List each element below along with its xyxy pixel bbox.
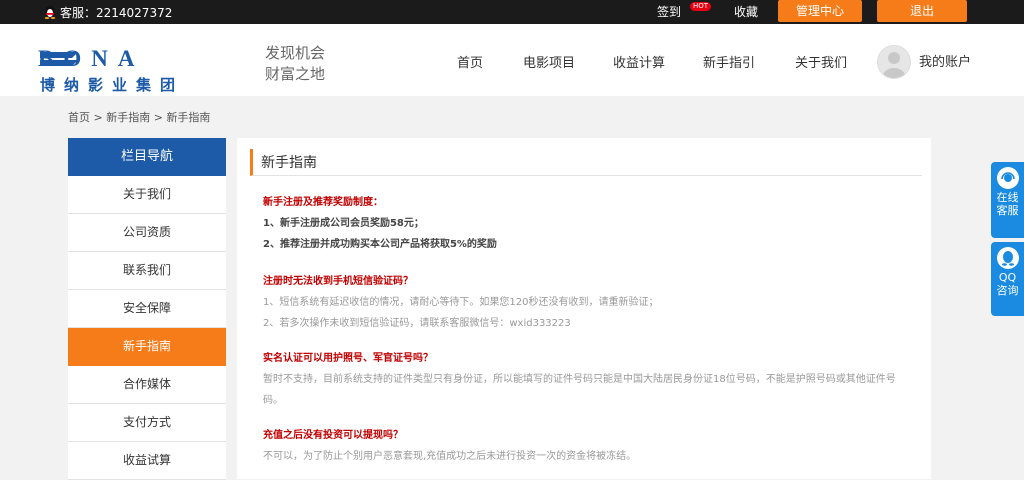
top-bar: 客服：2214027372 签到 HOT 收藏 管理中心 退出	[0, 0, 1024, 24]
sidebar-item-contact-us[interactable]: 联系我们	[68, 252, 226, 290]
qq-consult-line1: QQ	[998, 271, 1017, 284]
faq-section-id: 实名认证可以用护照号、军官证号吗？ 暂时不支持，目前系统支持的证件类型只有身份证…	[263, 348, 913, 411]
faq-section-withdraw: 充值之后没有投资可以提现吗？ 不可以，为了防止个别用户恶意套现,充值成功之后未进…	[263, 425, 913, 467]
faq-answer-line: 不可以，为了防止个别用户恶意套现,充值成功之后未进行投资一次的资金将被冻结。	[263, 451, 637, 462]
nav-home[interactable]: 首页	[457, 52, 483, 71]
faq-answer-line: 2、若多次操作未收到短信验证码，请联系客服微信号：wxid333223	[263, 318, 571, 329]
sidebar-item-security[interactable]: 安全保障	[68, 290, 226, 328]
sign-in-link[interactable]: 签到	[657, 0, 681, 24]
logo-graphic: BONA 博纳影业集团	[38, 46, 184, 94]
faq-answer-line: 1、新手注册成公司会员奖励58元；	[263, 218, 424, 229]
svg-text:博纳影业集团: 博纳影业集团	[40, 76, 184, 94]
breadcrumb-separator: >	[153, 111, 163, 124]
faq-answer-line: 暂时不支持，目前系统支持的证件类型只有身份证，所以能填写的证件号码只能是中国大陆…	[263, 374, 896, 406]
content-title-bar: 新手指南	[250, 149, 922, 176]
sidebar-item-qualifications[interactable]: 公司资质	[68, 214, 226, 252]
content-title: 新手指南	[261, 155, 317, 171]
breadcrumb-separator: >	[93, 111, 103, 124]
sidebar-item-about-us[interactable]: 关于我们	[68, 176, 226, 214]
site-header: BONA 博纳影业集团 发现机会 财富之地 首页 电影项目 收益计算 新手指引 …	[0, 24, 1024, 96]
breadcrumb-guide[interactable]: 新手指南	[106, 111, 150, 124]
headset-icon	[996, 167, 1019, 189]
nav-movie-projects[interactable]: 电影项目	[523, 52, 575, 71]
faq-answer-line: 1、短信系统有延迟收信的情况，请耐心等待下。如果您120秒还没有收到，请重新验证…	[263, 297, 659, 308]
hot-badge: HOT	[690, 2, 712, 11]
nav-beginner-guide[interactable]: 新手指引	[703, 52, 755, 71]
faq-question: 注册时无法收到手机短信验证码？	[263, 276, 413, 287]
faq-answer-line: 2、推荐注册并成功购买本公司产品将获取5%的奖励	[263, 239, 497, 250]
qq-icon	[996, 247, 1019, 269]
sidebar-item-partner-media[interactable]: 合作媒体	[68, 366, 226, 404]
user-icon	[883, 52, 905, 78]
qq-consult-line2: 咨询	[996, 284, 1019, 297]
slogan: 发现机会 财富之地	[265, 43, 325, 85]
online-service-line1: 在线	[996, 191, 1019, 204]
favorite-link[interactable]: 收藏	[734, 0, 758, 24]
svg-text:BONA: BONA	[38, 46, 144, 71]
faq-question: 新手注册及推荐奖励制度：	[263, 197, 383, 208]
sidebar: 栏目导航 关于我们 公司资质 联系我们 安全保障 新手指南 合作媒体 支付方式 …	[68, 138, 226, 480]
qq-consult-widget[interactable]: QQ 咨询	[991, 242, 1024, 316]
nav-about-us[interactable]: 关于我们	[795, 52, 847, 71]
avatar[interactable]	[877, 45, 911, 79]
customer-service: 客服：2214027372	[44, 0, 172, 24]
faq-question: 实名认证可以用护照号、军官证号吗？	[263, 353, 433, 364]
breadcrumb-home[interactable]: 首页	[68, 111, 90, 124]
nav-earnings-calc[interactable]: 收益计算	[613, 52, 665, 71]
content-panel: 新手指南 新手注册及推荐奖励制度： 1、新手注册成公司会员奖励58元； 2、推荐…	[237, 138, 931, 479]
faq-question: 充值之后没有投资可以提现吗？	[263, 430, 403, 441]
manage-center-button[interactable]: 管理中心	[778, 0, 862, 22]
sidebar-item-payment-methods[interactable]: 支付方式	[68, 404, 226, 442]
logout-button[interactable]: 退出	[877, 0, 967, 22]
qq-penguin-icon	[44, 5, 56, 19]
breadcrumb-current: 新手指南	[166, 111, 211, 124]
online-service-line2: 客服	[996, 204, 1019, 217]
my-account-link[interactable]: 我的账户	[919, 51, 971, 70]
slogan-line1: 发现机会	[265, 44, 326, 62]
sidebar-item-earnings-trial[interactable]: 收益试算	[68, 442, 226, 480]
breadcrumb: 首页 > 新手指南 > 新手指南	[68, 109, 210, 125]
sidebar-item-beginner-guide[interactable]: 新手指南	[68, 328, 226, 366]
sidebar-title: 栏目导航	[68, 138, 226, 176]
customer-service-text: 客服：2214027372	[60, 5, 173, 20]
faq-section-rewards: 新手注册及推荐奖励制度： 1、新手注册成公司会员奖励58元； 2、推荐注册并成功…	[263, 192, 913, 255]
online-service-widget[interactable]: 在线 客服	[991, 162, 1024, 238]
bona-logo[interactable]: BONA 博纳影业集团	[38, 46, 242, 94]
faq-section-sms: 注册时无法收到手机短信验证码？ 1、短信系统有延迟收信的情况，请耐心等待下。如果…	[263, 271, 913, 334]
slogan-line2: 财富之地	[265, 65, 326, 83]
